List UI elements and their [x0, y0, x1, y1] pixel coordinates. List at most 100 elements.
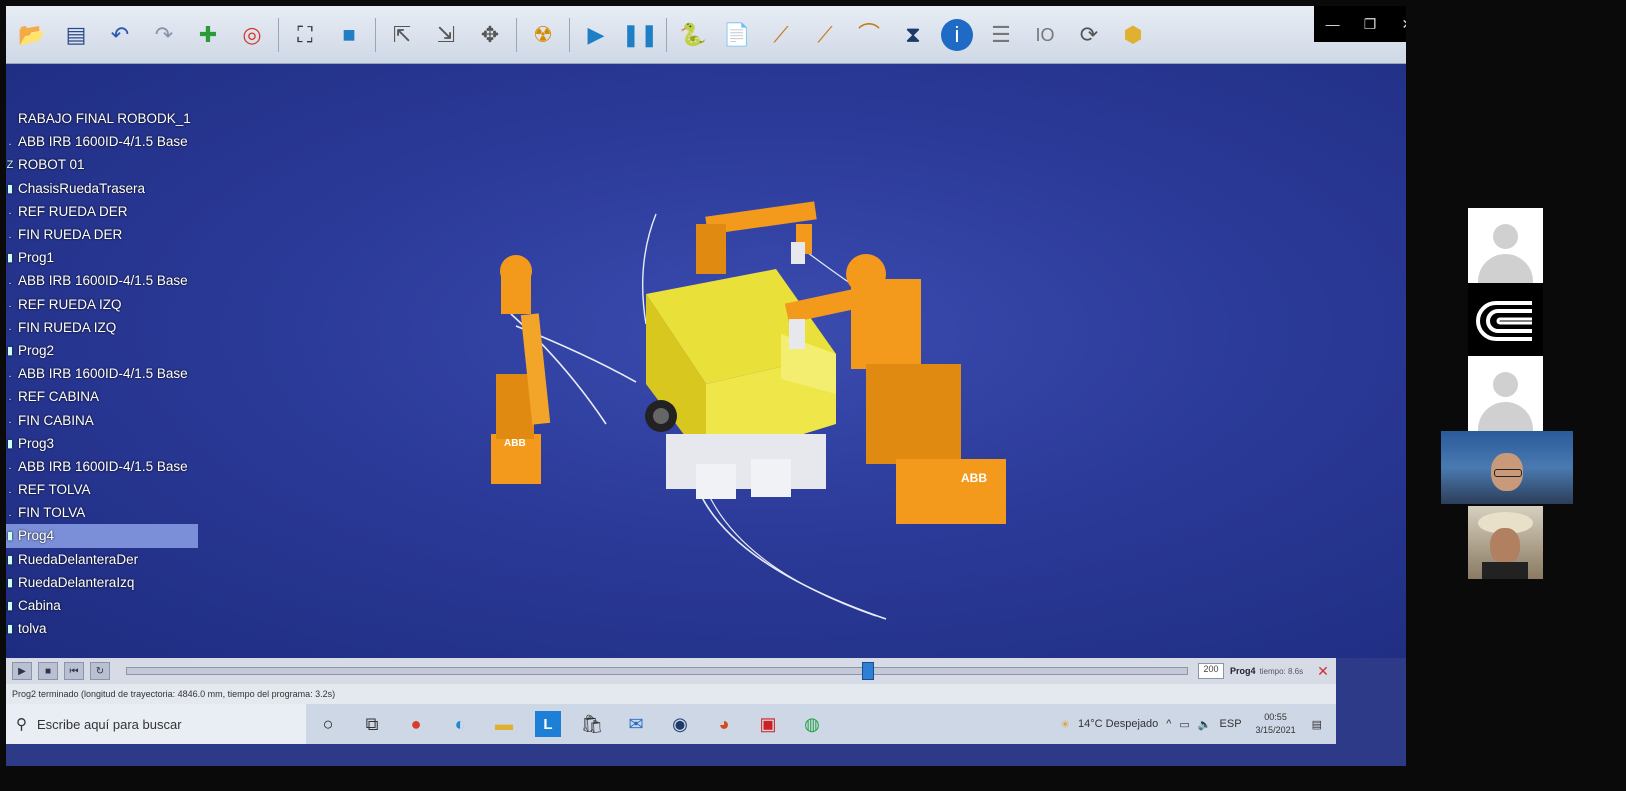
restore-button[interactable]: ❐: [1355, 16, 1385, 33]
close-button[interactable]: ✕: [1392, 16, 1406, 33]
outlook-icon[interactable]: ✉: [623, 711, 649, 737]
tree-item-icon: ▮: [6, 344, 14, 357]
fit-view-icon[interactable]: ⛶: [289, 19, 321, 51]
move-linear-icon[interactable]: ⟋: [809, 19, 841, 51]
tree-item[interactable]: ▮ ChasisRuedaTrasera: [6, 177, 206, 200]
tree-item[interactable]: ▮ RuedaDelanteraIzq: [6, 571, 206, 594]
tree-item[interactable]: . ABB IRB 1600ID-4/1.5 Base: [6, 455, 206, 478]
settings-icon[interactable]: ⬢: [1117, 19, 1149, 51]
whatsapp-icon[interactable]: ◍: [799, 711, 825, 737]
tree-item[interactable]: . REF RUEDA IZQ: [6, 293, 206, 316]
select-icon[interactable]: ⇱: [386, 19, 418, 51]
tree-item[interactable]: ▮ Prog1: [6, 246, 206, 269]
tree-item-label: ChasisRuedaTrasera: [18, 180, 146, 196]
tree-item[interactable]: ▮ Prog2: [6, 339, 206, 362]
language-indicator[interactable]: ESP: [1220, 718, 1242, 730]
3d-viewport[interactable]: ABB ABB RABAJO FINAL ROBODK_1. ABB IRB 16…: [6, 64, 1406, 658]
tree-item[interactable]: . ABB IRB 1600ID-4/1.5 Base: [6, 269, 206, 292]
tree-item[interactable]: ▮ RuedaDelanteraDer: [6, 548, 206, 571]
store-icon[interactable]: 🛍: [579, 711, 605, 737]
move-circular-icon[interactable]: ⌒: [853, 19, 885, 51]
participant-video[interactable]: [1468, 506, 1543, 579]
powerpoint-icon[interactable]: ◕: [711, 711, 737, 737]
open-icon[interactable]: 📂: [16, 19, 48, 51]
tree-item[interactable]: . ABB IRB 1600ID-4/1.5 Base: [6, 362, 206, 385]
tree-item-icon: ▮: [6, 553, 14, 566]
add-target-icon[interactable]: ✚: [192, 19, 224, 51]
tree-item[interactable]: . ABB IRB 1600ID-4/1.5 Base: [6, 130, 206, 153]
timeline-time: tiempo: 8.6s: [1259, 666, 1304, 676]
volume-icon[interactable]: 🔈: [1198, 718, 1212, 731]
tree-item-label: ROBOT 01: [18, 157, 85, 173]
tree-item-icon: ▮: [6, 576, 14, 589]
tree-item[interactable]: RABAJO FINAL ROBODK_1: [6, 107, 206, 130]
python-icon[interactable]: 🐍: [677, 19, 709, 51]
timeline-slider-handle[interactable]: [862, 662, 874, 680]
participant-avatar[interactable]: [1468, 208, 1543, 283]
minimize-button[interactable]: —: [1318, 16, 1348, 32]
tree-item[interactable]: ▮ Prog3: [6, 432, 206, 455]
save-icon[interactable]: ▤: [60, 19, 92, 51]
steam-icon[interactable]: ◉: [667, 711, 693, 737]
tree-item[interactable]: . FIN CABINA: [6, 408, 206, 431]
tree-item[interactable]: . FIN RUEDA DER: [6, 223, 206, 246]
participant-logo-tile[interactable]: [1468, 283, 1543, 358]
network-icon[interactable]: ▭: [1179, 718, 1189, 731]
tree-item-icon: Z: [6, 158, 14, 171]
play-icon[interactable]: ▶: [580, 19, 612, 51]
l-app-icon[interactable]: L: [535, 711, 561, 737]
tree-item-label: FIN CABINA: [18, 412, 94, 428]
redo-icon[interactable]: ↷: [148, 19, 180, 51]
io-icon[interactable]: IO: [1029, 19, 1061, 51]
sync-icon[interactable]: ⟳: [1073, 19, 1105, 51]
tree-item[interactable]: . FIN RUEDA IZQ: [6, 316, 206, 339]
acrobat-icon[interactable]: ▣: [755, 711, 781, 737]
move-joint-icon[interactable]: ⟋: [765, 19, 797, 51]
cube-icon[interactable]: ■: [333, 19, 365, 51]
robot-middle[interactable]: [696, 201, 817, 274]
report-icon[interactable]: ☰: [985, 19, 1017, 51]
target-icon[interactable]: ◎: [236, 19, 268, 51]
task-view-icon[interactable]: ⧉: [359, 711, 385, 737]
robot-left[interactable]: ABB: [491, 255, 551, 484]
tree-item-label: ABB IRB 1600ID-4/1.5 Base: [18, 134, 188, 150]
tree-item[interactable]: . REF CABINA: [6, 385, 206, 408]
participant-video[interactable]: [1441, 431, 1573, 504]
file-explorer-icon[interactable]: ▬: [491, 711, 517, 737]
notifications-icon[interactable]: ▤: [1312, 718, 1322, 731]
tree-item[interactable]: ▮ Cabina: [6, 594, 206, 617]
timeline-program-name: Prog4: [1230, 666, 1256, 676]
new-program-icon[interactable]: 📄: [721, 19, 753, 51]
taskbar-clock[interactable]: 00:55 3/15/2021: [1256, 711, 1296, 737]
robot-brand-label: ABB: [504, 438, 526, 449]
tree-item[interactable]: . REF TOLVA: [6, 478, 206, 501]
tree-item[interactable]: ▮ Prog4: [6, 524, 198, 548]
tree-item-label: Cabina: [18, 598, 61, 614]
weather-text[interactable]: 14°C Despejado: [1078, 718, 1158, 730]
timeline-rewind-button[interactable]: ⏮: [64, 662, 84, 680]
timeline-loop-button[interactable]: ↻: [90, 662, 110, 680]
timeline-play-button[interactable]: ▶: [12, 662, 32, 680]
tree-item[interactable]: ▮ tolva: [6, 617, 206, 640]
chrome-icon[interactable]: ●: [403, 711, 429, 737]
timeline-track[interactable]: [126, 662, 1188, 680]
undo-icon[interactable]: ↶: [104, 19, 136, 51]
participant-avatar[interactable]: [1468, 356, 1543, 431]
chevron-up-icon[interactable]: ^: [1166, 718, 1171, 730]
tree-item[interactable]: . REF RUEDA DER: [6, 200, 206, 223]
edge-icon[interactable]: ◐: [447, 711, 473, 737]
info-icon[interactable]: i: [941, 18, 973, 51]
cortana-icon[interactable]: ○: [315, 711, 341, 737]
speed-spinbox[interactable]: 200: [1198, 663, 1224, 679]
pause-icon[interactable]: ❚❚: [622, 19, 659, 51]
tree-item[interactable]: . FIN TOLVA: [6, 501, 206, 524]
taskbar-search[interactable]: ⚲ Escribe aquí para buscar: [6, 704, 306, 744]
timeline-stop-button[interactable]: ■: [38, 662, 58, 680]
collision-icon[interactable]: ☢: [527, 19, 559, 51]
select-move-icon[interactable]: ✥: [474, 19, 506, 51]
select-add-icon[interactable]: ⇲: [430, 19, 462, 51]
tree-item[interactable]: Z ROBOT 01: [6, 153, 206, 176]
status-bar: Prog2 terminado (longitud de trayectoria…: [6, 684, 1336, 704]
timeline-close-icon[interactable]: ✕: [1317, 663, 1329, 680]
wait-icon[interactable]: ⧗: [897, 19, 929, 51]
